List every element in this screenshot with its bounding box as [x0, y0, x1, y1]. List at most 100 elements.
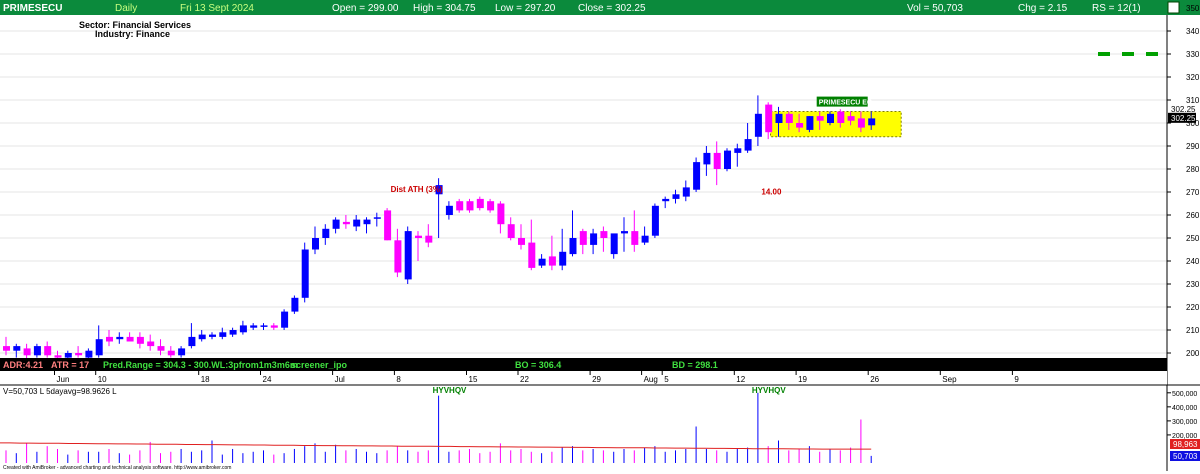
volume-average-path [0, 442, 872, 450]
date-tick-26: 26 [870, 375, 879, 384]
resistance-dash-1 [1122, 52, 1134, 56]
candle-body-9 [95, 339, 103, 356]
price-tick-250: 250 [1186, 234, 1200, 243]
candle-body-69 [713, 152, 721, 169]
atr-label: ATR = 17 [51, 360, 89, 370]
industry-label: Industry: Finance [95, 29, 170, 39]
volume-annotation-1: HYVHQV [433, 386, 467, 395]
candle-body-72 [744, 139, 752, 151]
date-tick-18: 18 [201, 375, 210, 384]
candle-body-58 [600, 231, 608, 238]
date-tick-10: 10 [98, 375, 107, 384]
volume-last-value: 50,703 [1173, 452, 1198, 461]
volume-label: Vol = 50,703 [907, 3, 963, 14]
candle-body-34 [353, 219, 361, 227]
volume-average-line [0, 442, 872, 450]
candle-body-7 [75, 353, 83, 356]
candle-body-65 [672, 194, 680, 199]
candle-body-50 [518, 238, 525, 245]
candle-body-6 [64, 353, 72, 358]
price-tick-210: 210 [1186, 326, 1200, 335]
resistance-dash-2 [1146, 52, 1158, 56]
candle-body-5 [54, 355, 62, 358]
candle-body-47 [487, 201, 495, 211]
candle-body-10 [106, 336, 113, 342]
candle-body-48 [497, 203, 505, 225]
candle-body-82 [847, 116, 855, 121]
candle-body-57 [590, 233, 598, 245]
candle-body-27 [281, 311, 289, 328]
candle-body-1 [13, 346, 21, 351]
price-tick-340: 340 [1186, 27, 1200, 36]
price-axis: 2002102202302402502602702802903003103203… [1167, 4, 1200, 358]
low-label: Low = 297.20 [495, 3, 556, 14]
date-tick-5: 5 [664, 375, 669, 384]
footer-credit: Created with AmiBroker - advanced charti… [3, 465, 231, 471]
candle-body-46 [476, 198, 484, 209]
candle-body-84 [868, 118, 876, 126]
candle-body-67 [693, 162, 701, 190]
volume-annotation-2: HYVHQV [752, 386, 786, 395]
candle-body-40 [415, 235, 422, 238]
candle-body-14 [147, 341, 155, 347]
candle-body-62 [641, 235, 649, 243]
candle-body-55 [569, 238, 577, 255]
candle-body-36 [373, 217, 381, 219]
candle-body-24 [250, 325, 258, 328]
symbol-label: PRIMESECU [3, 3, 62, 14]
date-tick-22: 22 [520, 375, 529, 384]
price-tick-200: 200 [1186, 349, 1200, 358]
candle-body-29 [301, 249, 309, 298]
price-tick-350: 350 [1186, 4, 1200, 13]
price-tick-220: 220 [1186, 303, 1200, 312]
candle-body-17 [178, 348, 186, 356]
candle-body-63 [651, 205, 659, 236]
price-tick-260: 260 [1186, 211, 1200, 220]
candle-body-20 [209, 334, 216, 337]
rs-label: RS = 12(1) [1092, 3, 1141, 14]
candle-body-38 [394, 240, 402, 273]
date-tick-8: 8 [396, 375, 401, 384]
candle-body-23 [239, 325, 247, 333]
date-tick-19: 19 [798, 375, 807, 384]
price-tick-280: 280 [1186, 165, 1200, 174]
date-tick-24: 24 [263, 375, 272, 384]
window-toggle-icon[interactable] [1167, 1, 1180, 14]
candle-body-22 [229, 330, 237, 335]
volume-tick-3: 200,000 [1172, 433, 1197, 440]
date-tick-29: 29 [592, 375, 601, 384]
candle-body-15 [157, 346, 165, 351]
price-annotation-0: Dist ATH (3%) [391, 185, 443, 194]
date-tick-15: 15 [469, 375, 478, 384]
date-tick-Aug: Aug [644, 375, 658, 384]
candle-body-13 [136, 336, 144, 344]
candle-body-78 [806, 116, 814, 130]
candle-body-43 [445, 205, 453, 215]
symbol-tag: PRIMESECU EQ [819, 100, 873, 107]
candle-body-8 [85, 350, 93, 358]
price-tick-310: 310 [1186, 96, 1200, 105]
candle-body-45 [466, 201, 474, 211]
candle-body-68 [703, 152, 711, 165]
candle-body-11 [116, 336, 124, 340]
price-tick-320: 320 [1186, 73, 1200, 82]
candle-body-21 [219, 332, 227, 337]
volume-bars [5, 392, 872, 463]
candle-body-49 [507, 224, 515, 238]
candle-body-35 [363, 219, 371, 225]
candle-body-0 [3, 346, 10, 351]
candle-body-73 [754, 113, 762, 137]
candle-body-4 [44, 346, 52, 356]
candle-body-64 [662, 198, 670, 202]
candle-body-60 [621, 231, 628, 234]
candle-body-31 [322, 228, 330, 238]
chart-window: PRIMESECU Daily Fri 13 Sept 2024 Open = … [0, 0, 1200, 471]
price-annotation-3: 14.00 [761, 187, 782, 196]
volume-avg-value: 98,963 [1173, 440, 1198, 449]
volume-tick-1: 400,000 [1172, 405, 1197, 412]
candle-body-83 [857, 118, 865, 128]
high-label: High = 304.75 [413, 3, 476, 14]
date-tick-Jul: Jul [335, 375, 345, 384]
change-label: Chg = 2.15 [1018, 3, 1068, 14]
candle-body-80 [827, 113, 834, 123]
